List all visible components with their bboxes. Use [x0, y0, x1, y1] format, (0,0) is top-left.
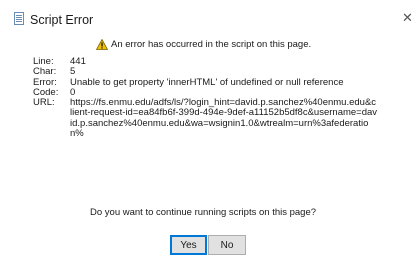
alert-message-row: An error has occurred in the script on t… — [96, 37, 311, 51]
detail-value: 441 — [70, 57, 86, 67]
continue-question: Do you want to continue running scripts … — [90, 207, 317, 218]
dialog-title: Script Error — [30, 13, 94, 27]
error-details: Line: 441 Char: 5 Error: Unable to get p… — [33, 57, 378, 147]
detail-value: Unable to get property 'innerHTML' of un… — [70, 76, 344, 88]
detail-row-error: Error: Unable to get property 'innerHTML… — [33, 76, 378, 88]
warning-icon — [96, 38, 108, 50]
yes-button[interactable]: Yes — [170, 235, 207, 255]
detail-label: URL: — [33, 97, 55, 109]
no-button[interactable]: No — [208, 235, 246, 255]
document-icon — [14, 12, 24, 25]
title-bar: Script Error ✕ — [0, 0, 416, 40]
close-button[interactable]: ✕ — [402, 11, 413, 24]
detail-value: https://fs.enmu.edu/adfs/ls/?login_hint=… — [70, 97, 378, 140]
detail-row-url: URL: https://fs.enmu.edu/adfs/ls/?login_… — [33, 98, 378, 139]
detail-row-line: Line: 441 — [33, 57, 378, 67]
alert-message: An error has occurred in the script on t… — [111, 38, 312, 50]
